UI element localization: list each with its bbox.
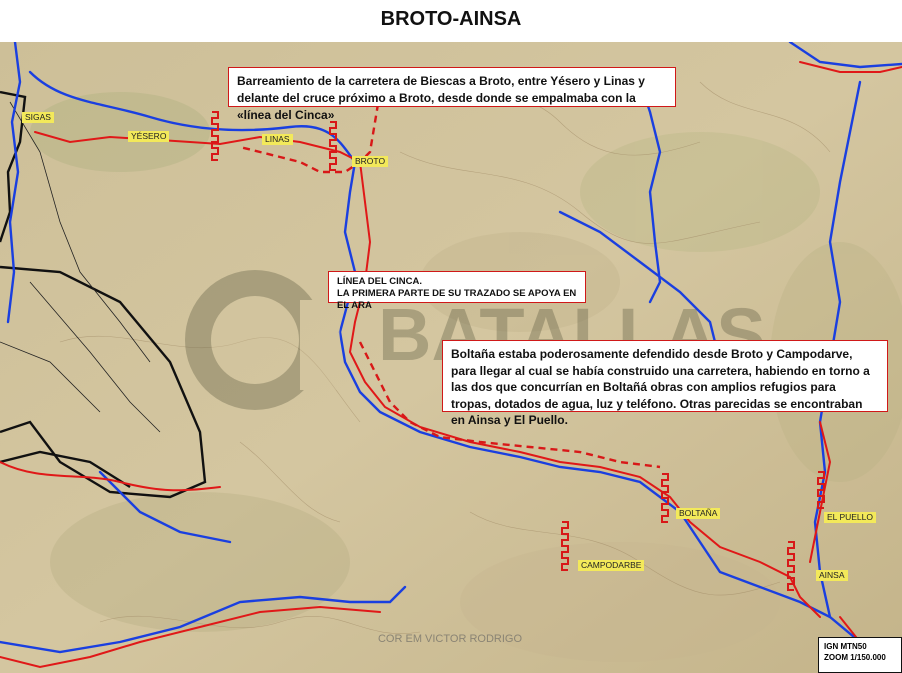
place-label-yesero: YÉSERO — [128, 131, 170, 142]
place-label-ainsa: AINSA — [816, 570, 848, 581]
place-label-campodarbe: CAMPODARBE — [578, 560, 645, 571]
scale-source: IGN MTN50 — [824, 642, 867, 651]
fort-el-puello — [817, 471, 825, 509]
map-title: BROTO-AINSA — [380, 8, 522, 30]
scale-box: IGN MTN50 ZOOM 1/150.000 — [818, 637, 902, 673]
callout-cinca-detail: LA PRIMERA PARTE DE SU TRAZADO SE APOYA … — [337, 288, 577, 311]
callout-biescas-broto: Barreamiento de la carretera de Biescas … — [228, 67, 676, 122]
place-label-broto: BROTO — [352, 156, 389, 167]
map-credit: COR EM VICTOR RODRIGO — [377, 633, 523, 645]
callout-cinca-line: LÍNEA DEL CINCA. LA PRIMERA PARTE DE SU … — [328, 271, 586, 311]
place-label-linas: LINAS — [262, 134, 293, 145]
place-label-boltana: BOLTAÑA — [676, 508, 721, 519]
place-label-el-puello: EL PUELLO — [824, 512, 876, 523]
callout-cinca-title: LÍNEA DEL CINCA. — [337, 276, 422, 287]
scale-zoom: ZOOM 1/150.000 — [824, 653, 886, 662]
place-label-sigas: SIGAS — [22, 112, 54, 123]
callout-boltana: Boltaña estaba poderosamente defendido d… — [442, 340, 888, 427]
